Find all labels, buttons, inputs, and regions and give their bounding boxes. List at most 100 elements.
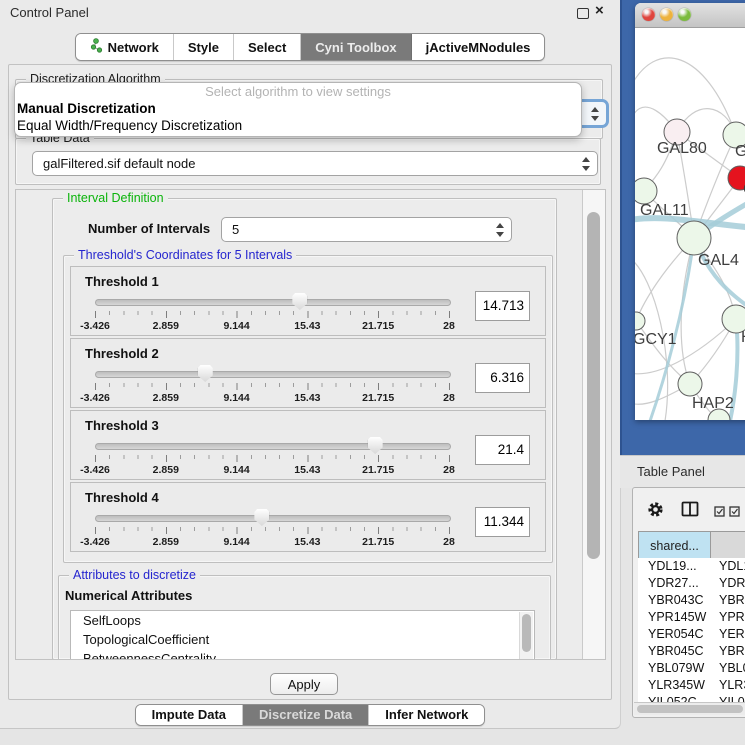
top-tab-bar: Network Style Select Cyni Toolbox jActiv…	[0, 33, 620, 61]
threshold-1-slider[interactable]: -3.4262.8599.14415.4321.71528	[95, 293, 449, 335]
combo-stepper-icon	[582, 157, 590, 171]
network-node[interactable]	[635, 178, 657, 204]
network-window-titlebar[interactable]	[635, 3, 745, 28]
tab-select[interactable]: Select	[234, 34, 301, 60]
table-row[interactable]: YBL079WYBL0	[638, 660, 745, 677]
network-node[interactable]	[635, 312, 645, 330]
table-row[interactable]: YBR043CYBR0	[638, 592, 745, 609]
combo-stepper-icon	[591, 107, 599, 121]
settings-scrollpane: Interval Definition Number of Intervals …	[15, 189, 606, 660]
network-desktop: GAL80GACGAL11GAL4GCY1HHAP2	[620, 0, 745, 455]
unselect-all-checkbox-icon[interactable]	[729, 504, 740, 522]
threshold-2-value-field[interactable]: 6.316	[475, 363, 530, 393]
threshold-3-panel: Threshold 3 -3.4262.8599.14415.4321.7152…	[70, 410, 546, 480]
float-window-icon[interactable]	[577, 8, 589, 19]
table-row[interactable]: YDR27...YDR2	[638, 575, 745, 592]
attributes-group-label: Attributes to discretize	[69, 568, 200, 582]
combo-stepper-icon	[496, 223, 504, 237]
network-node-label: HAP2	[692, 395, 734, 412]
threshold-3-value-field[interactable]: 21.4	[475, 435, 530, 465]
column-header-name[interactable]: na	[711, 532, 745, 559]
table-panel: shared... na YDL19...YDL1YDR27...YDR2YBR…	[632, 487, 745, 718]
select-all-checkbox-icon[interactable]	[714, 504, 725, 522]
network-node-label: GAL80	[657, 140, 707, 157]
apply-button[interactable]: Apply	[270, 673, 338, 695]
table-row[interactable]: YLR345WYLR3	[638, 677, 745, 694]
network-node[interactable]	[678, 372, 702, 396]
tab-impute-data[interactable]: Impute Data	[136, 705, 243, 725]
right-panel: GAL80GACGAL11GAL4GCY1HHAP2 Table Panel	[620, 0, 745, 745]
control-panel-titlebar[interactable]: Control Panel ×	[0, 0, 620, 24]
slider-thumb[interactable]	[292, 293, 307, 310]
list-item[interactable]: BetweennessCentrality	[71, 649, 534, 659]
window-title: Control Panel	[10, 5, 89, 20]
slider-thumb[interactable]	[368, 437, 383, 454]
threshold-4-panel: Threshold 4 -3.4262.8599.14415.4321.7152…	[70, 482, 546, 552]
table-row[interactable]: YPR145WYPR1	[638, 609, 745, 626]
number-of-intervals-combobox[interactable]: 5	[221, 217, 512, 242]
close-icon[interactable]: ×	[595, 2, 604, 19]
table-panel-titlebar[interactable]: Table Panel	[620, 455, 745, 488]
bottom-tab-bar: Impute Data Discretize Data Infer Networ…	[0, 704, 620, 726]
tab-network[interactable]: Network	[76, 34, 174, 60]
network-node-label: H	[741, 329, 745, 346]
tab-discretize-data[interactable]: Discretize Data	[243, 705, 369, 725]
table-toolbar	[633, 488, 745, 530]
attributes-group: Attributes to discretize Numerical Attri…	[58, 575, 551, 659]
list-item[interactable]: SelfLoops	[71, 611, 534, 630]
table-row[interactable]: YER054CYER0	[638, 626, 745, 643]
table-body: YDL19...YDL1YDR27...YDR2YBR043CYBR0YPR14…	[638, 558, 745, 702]
table-row[interactable]: YBR045CYBR0	[638, 643, 745, 660]
scrollbar-thumb[interactable]	[637, 705, 743, 713]
horizontal-scrollbar[interactable]	[634, 702, 745, 715]
minimize-traffic-light[interactable]	[660, 8, 673, 21]
scrollbar-thumb[interactable]	[587, 212, 600, 559]
column-header-shared-name[interactable]: shared...	[639, 532, 711, 559]
threshold-2-panel: Threshold 2 -3.4262.8599.14415.4321.7152…	[70, 338, 546, 408]
threshold-4-slider[interactable]: -3.4262.8599.14415.4321.71528	[95, 509, 449, 551]
table-header-row: shared... na	[638, 531, 745, 560]
network-icon	[90, 38, 103, 56]
network-node-label: GAL4	[698, 252, 739, 269]
slider-track[interactable]	[95, 299, 451, 306]
vertical-scrollbar[interactable]	[582, 190, 605, 659]
table-row[interactable]: YDL19...YDL1	[638, 558, 745, 575]
network-node-label: GA	[735, 143, 745, 160]
algorithm-dropdown-popup: Select algorithm to view settings Manual…	[14, 82, 582, 137]
table-row[interactable]: YIL052CYIL0	[638, 694, 745, 702]
slider-track[interactable]	[95, 515, 451, 522]
threshold-1-panel: Threshold 1 -3.4262.8599.14415.4321.7152…	[70, 266, 546, 336]
network-canvas[interactable]: GAL80GACGAL11GAL4GCY1HHAP2	[635, 28, 745, 420]
dropdown-option-equal-width[interactable]: Equal Width/Frequency Discretization	[15, 117, 581, 134]
list-item[interactable]: TopologicalCoefficient	[71, 630, 534, 649]
slider-thumb[interactable]	[198, 365, 213, 382]
slider-track[interactable]	[95, 371, 451, 378]
numerical-attributes-list[interactable]: SelfLoopsTopologicalCoefficientBetweenne…	[70, 610, 535, 659]
list-scrollbar[interactable]	[519, 612, 533, 659]
desktop-background: Control Panel × Network	[0, 0, 745, 745]
close-traffic-light[interactable]	[642, 8, 655, 21]
threshold-2-slider[interactable]: -3.4262.8599.14415.4321.71528	[95, 365, 449, 407]
slider-track[interactable]	[95, 443, 451, 450]
tab-jactivemnodules[interactable]: jActiveMNodules	[412, 34, 545, 60]
network-node[interactable]	[677, 221, 711, 255]
tab-infer-network[interactable]: Infer Network	[369, 705, 484, 725]
network-view-window[interactable]: GAL80GACGAL11GAL4GCY1HHAP2	[635, 3, 745, 420]
zoom-traffic-light[interactable]	[678, 8, 691, 21]
dropdown-placeholder: Select algorithm to view settings	[15, 83, 581, 100]
interval-definition-group: Interval Definition Number of Intervals …	[52, 198, 557, 659]
gear-icon[interactable]	[647, 501, 664, 523]
dropdown-option-manual[interactable]: Manual Discretization	[15, 100, 581, 117]
cyni-content-panel: Discretization Algorithm Select algorith…	[8, 64, 612, 700]
tab-style[interactable]: Style	[174, 34, 234, 60]
table-data-combobox[interactable]: galFiltered.sif default node	[32, 151, 598, 176]
threshold-4-value-field[interactable]: 11.344	[475, 507, 530, 537]
thresholds-group: Threshold's Coordinates for 5 Intervals …	[63, 255, 553, 563]
columns-icon[interactable]	[681, 501, 699, 522]
threshold-3-slider[interactable]: -3.4262.8599.14415.4321.71528	[95, 437, 449, 479]
table-data-group: Table Data galFiltered.sif default node	[15, 138, 601, 185]
network-node-label: GAL11	[640, 202, 689, 219]
threshold-1-value-field[interactable]: 14.713	[475, 291, 530, 321]
tab-cyni-toolbox[interactable]: Cyni Toolbox	[301, 34, 411, 60]
slider-thumb[interactable]	[254, 509, 269, 526]
